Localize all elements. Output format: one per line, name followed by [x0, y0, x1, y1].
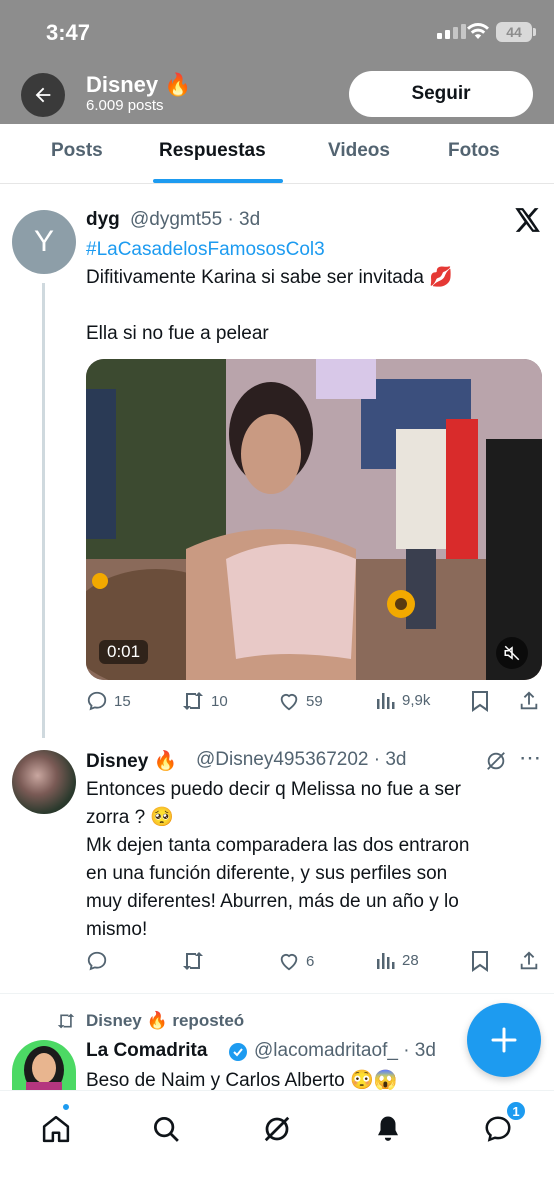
tweet-text-line: muy diferentes! Aburren, más de un año y…: [86, 891, 459, 912]
grok-icon[interactable]: [485, 750, 507, 777]
repost-count: 10: [211, 692, 228, 710]
repost-icon: [57, 1013, 75, 1029]
author-handle[interactable]: @lacomadritaof_ · 3d: [254, 1040, 436, 1062]
reply-icon: [87, 951, 107, 971]
search-icon: [154, 1117, 179, 1142]
tab-videos[interactable]: Videos: [328, 140, 390, 162]
bookmark-button[interactable]: [470, 950, 490, 972]
back-button[interactable]: [21, 73, 65, 117]
author-name[interactable]: La Comadrita: [86, 1040, 207, 1062]
follow-button[interactable]: Seguir: [349, 71, 533, 117]
avatar[interactable]: [12, 750, 76, 814]
views-button[interactable]: 9,9k: [376, 690, 430, 710]
bookmark-icon: [472, 691, 488, 712]
arrow-left-icon: [35, 87, 51, 103]
video-frame: [86, 359, 542, 680]
views-count: 28: [402, 951, 419, 969]
author-handle[interactable]: @dygmt55 · 3d: [130, 209, 260, 231]
reply-count: 15: [114, 692, 131, 710]
tweet-text-line: zorra ? 🥺: [86, 807, 175, 828]
profile-name: Disney 🔥: [86, 72, 192, 97]
tweet-actions: 6 28: [86, 950, 542, 980]
video-player[interactable]: 0:01: [86, 359, 542, 680]
share-icon: [520, 951, 538, 970]
tab-posts[interactable]: Posts: [51, 140, 103, 162]
tweet-actions: 15 10 59 9,9k: [86, 690, 542, 720]
author-handle[interactable]: @Disney495367202 · 3d: [196, 749, 406, 771]
avatar[interactable]: Y: [12, 210, 76, 274]
thread-line: [42, 283, 45, 738]
nav-grok[interactable]: [257, 1109, 297, 1149]
hashtag-link[interactable]: #LaCasadelosFamososCol3: [86, 236, 325, 264]
nav-notifications[interactable]: [368, 1109, 408, 1149]
like-count: 6: [306, 952, 315, 970]
reply-button[interactable]: 15: [86, 690, 131, 712]
share-button[interactable]: [518, 950, 540, 972]
bell-icon: [378, 1116, 398, 1141]
home-notification-dot: [61, 1102, 71, 1112]
tweet-text-line: mismo!: [86, 919, 148, 940]
views-icon: [377, 693, 395, 709]
views-button[interactable]: 28: [376, 950, 419, 970]
grok-icon: [264, 1116, 290, 1142]
tweet-text-line: en una función diferente, y sus perfiles…: [86, 863, 448, 884]
author-name[interactable]: dyg: [86, 209, 120, 231]
tweet-text-line: Ella si no fue a pelear: [86, 323, 269, 344]
tab-fotos[interactable]: Fotos: [448, 140, 500, 162]
bottom-navigation: 1: [0, 1090, 554, 1200]
wifi-icon: [466, 22, 490, 45]
verified-badge-icon: [228, 1042, 248, 1067]
bookmark-button[interactable]: [470, 690, 490, 712]
reply-button[interactable]: [86, 950, 114, 972]
tab-respuestas[interactable]: Respuestas: [159, 140, 266, 162]
repost-indicator: Disney 🔥 reposteó: [56, 1011, 244, 1031]
status-bar: 3:47 44: [0, 0, 554, 62]
tweet-text-line: Entonces puedo decir q Melissa no fue a …: [86, 779, 461, 800]
messages-badge: 1: [505, 1100, 527, 1122]
plus-icon: [491, 1027, 517, 1053]
avatar[interactable]: [12, 1040, 76, 1090]
tweet-text-line: Mk dejen tanta comparadera las dos entra…: [86, 835, 470, 856]
like-button[interactable]: 59: [278, 690, 323, 712]
mute-button[interactable]: [496, 637, 528, 669]
x-logo-icon[interactable]: [515, 208, 541, 237]
repost-icon: [183, 952, 203, 970]
nav-search[interactable]: [146, 1109, 186, 1149]
home-icon: [42, 1115, 70, 1143]
author-name[interactable]: Disney 🔥: [86, 749, 177, 773]
tweet-divider: [0, 993, 554, 994]
views-count: 9,9k: [402, 691, 431, 709]
tweet-text-line: Difitivamente Karina si sabe ser invitad…: [86, 267, 453, 288]
heart-icon: [280, 694, 298, 711]
share-button[interactable]: [518, 690, 540, 712]
repost-button[interactable]: [181, 950, 211, 972]
like-button[interactable]: 6: [278, 950, 314, 972]
share-icon: [520, 691, 538, 710]
compose-button[interactable]: [467, 1003, 541, 1077]
more-options-icon[interactable]: ⋯: [519, 745, 541, 771]
views-icon: [377, 953, 395, 969]
status-time: 3:47: [46, 20, 91, 45]
speaker-muted-icon: [504, 645, 520, 661]
like-count: 59: [306, 692, 323, 710]
reply-icon: [87, 691, 107, 711]
repost-button[interactable]: 10: [181, 690, 228, 712]
active-tab-indicator: [153, 179, 283, 183]
repost-label: Disney 🔥 reposteó: [86, 1011, 245, 1030]
post-count: 6.009 posts: [86, 97, 164, 114]
heart-icon: [280, 954, 298, 971]
repost-icon: [183, 692, 203, 710]
profile-tabs: Posts Respuestas Videos Fotos: [0, 124, 554, 184]
signal-icon: [437, 24, 466, 39]
bookmark-icon: [472, 951, 488, 972]
battery-icon: 44: [496, 22, 536, 42]
nav-home[interactable]: [36, 1109, 76, 1149]
video-timestamp: 0:01: [99, 640, 149, 664]
